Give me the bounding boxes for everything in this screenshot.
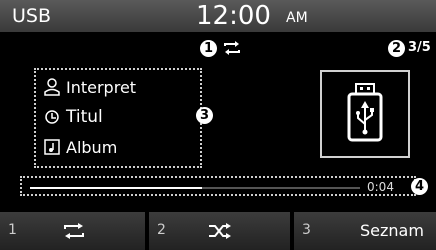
album-art xyxy=(320,70,410,158)
clock-time: 12:00 xyxy=(196,1,271,31)
callout-3: 3 xyxy=(196,107,213,124)
repeat-indicator-icon xyxy=(224,41,240,55)
track-info-box: Interpret Titul Album xyxy=(34,68,202,168)
source-label: USB xyxy=(12,5,52,27)
person-icon xyxy=(44,78,60,96)
button-number-2: 2 xyxy=(157,222,166,238)
elapsed-time: 0:04 xyxy=(367,180,394,194)
callout-2: 2 xyxy=(388,40,405,57)
progress-area: 0:04 xyxy=(20,176,416,196)
artist-row: Interpret xyxy=(44,76,136,98)
progress-track[interactable] xyxy=(30,187,360,189)
artist-label: Interpret xyxy=(66,77,137,97)
repeat-icon xyxy=(64,223,84,239)
button-number-3: 3 xyxy=(302,222,311,238)
music-note-icon xyxy=(45,110,59,124)
album-row: Album xyxy=(44,136,117,158)
button-number-1: 1 xyxy=(8,222,17,238)
track-counter: 3/5 xyxy=(408,40,431,55)
title-row: Titul xyxy=(44,106,103,128)
album-icon xyxy=(44,139,60,155)
progress-fill xyxy=(30,187,202,189)
list-button-label: Seznam xyxy=(360,221,424,240)
list-button[interactable]: 3 Seznam xyxy=(294,212,436,250)
shuffle-icon xyxy=(209,223,231,239)
album-label: Album xyxy=(66,137,118,157)
callout-4: 4 xyxy=(411,178,428,195)
clock-ampm: AM xyxy=(286,10,308,26)
usb-icon xyxy=(347,83,383,142)
shuffle-button[interactable]: 2 xyxy=(149,212,290,250)
status-bar: USB 12:00 AM xyxy=(0,0,436,32)
callout-1: 1 xyxy=(200,40,217,57)
repeat-button[interactable]: 1 xyxy=(0,212,145,250)
title-label: Titul xyxy=(66,107,103,127)
